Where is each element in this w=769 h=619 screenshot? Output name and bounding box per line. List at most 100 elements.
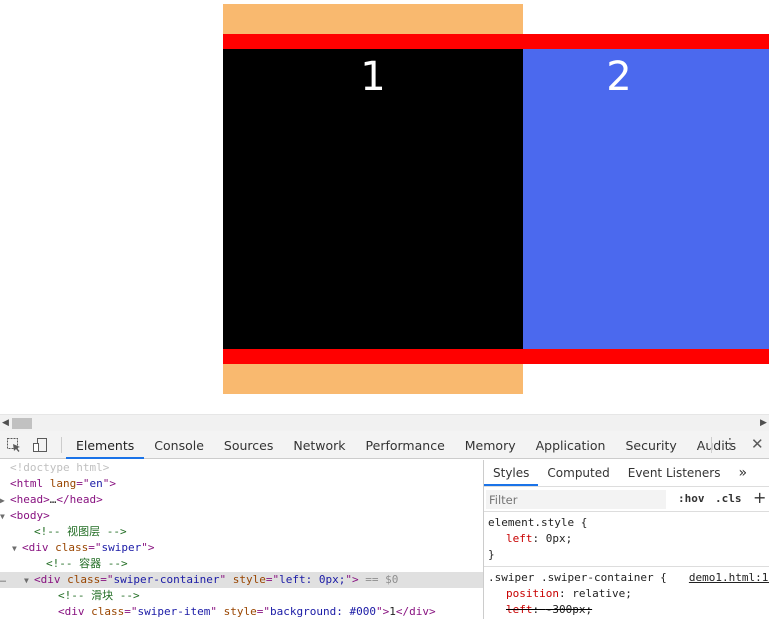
style-rules: element.style { left: 0px;} .swiper .swipe… (484, 512, 769, 619)
dom-token-txt: 1 (389, 605, 396, 618)
horizontal-scrollbar[interactable]: ◀ ▶ (0, 414, 769, 431)
close-icon[interactable]: ✕ (751, 435, 764, 453)
dom-tree-node[interactable]: … ▼ <div class="swiper-container" style="l… (0, 572, 483, 588)
dom-token-val: en (89, 477, 103, 490)
devtools-tabbar: Elements Console Sources Network Performance… (0, 431, 769, 459)
dom-tree-node[interactable]: <html lang="en"> (0, 476, 483, 492)
elements-tree[interactable]: <!doctype html> <html lang="en"> ▶ <head>…<… (0, 460, 483, 619)
css-declaration[interactable]: left: 0px; (488, 531, 765, 547)
tab-security[interactable]: Security (615, 431, 686, 459)
style-rule[interactable]: element.style { left: 0px;} (484, 512, 769, 567)
tab-memory[interactable]: Memory (455, 431, 526, 459)
dom-token-tag: <html (10, 477, 50, 490)
dom-token-tag: =" (76, 477, 90, 490)
subtab-styles[interactable]: Styles (484, 460, 539, 486)
dom-token-tag: </div> (395, 605, 436, 618)
dom-token-tag: <head> (10, 493, 50, 506)
tab-elements[interactable]: Elements (66, 431, 145, 459)
collapse-triangle-icon[interactable]: ▼ (0, 509, 10, 525)
expand-triangle-icon[interactable]: ▶ (0, 493, 10, 509)
dom-token-tag: "> (102, 477, 116, 490)
toolbar-divider (711, 437, 712, 453)
device-toolbar-icon[interactable] (32, 437, 48, 453)
swiper-slide-2[interactable]: 2 (523, 49, 769, 349)
slide-1-label: 1 (360, 54, 386, 100)
dom-tree-node[interactable]: <div class="swiper-item" style="backgrou… (0, 604, 483, 619)
dom-token-attr: style (223, 605, 257, 618)
rule-selector: element.style { (488, 516, 588, 529)
swiper-container: 1 2 (223, 34, 769, 364)
dom-token-tag: "> (141, 541, 155, 554)
devtools-panel: Elements Console Sources Network Performance… (0, 431, 769, 619)
scroll-left-arrow-icon[interactable]: ◀ (2, 418, 9, 428)
dom-token-tag: " (210, 605, 224, 618)
devtools-tabs: Elements Console Sources Network Performance… (66, 431, 746, 459)
tab-console[interactable]: Console (144, 431, 214, 459)
styles-filter-input[interactable] (486, 490, 666, 509)
dom-token-cmt: <!-- 滑块 --> (58, 589, 140, 602)
tab-application[interactable]: Application (526, 431, 616, 459)
dom-tree-node[interactable]: <!-- 视图层 --> (0, 524, 483, 540)
node-actions-ellipsis[interactable]: … (0, 572, 6, 588)
css-colon: : (532, 603, 546, 616)
dom-tree-node[interactable]: <!-- 容器 --> (0, 556, 483, 572)
dom-token-tag: "> (345, 573, 359, 586)
slide-2-label: 2 (606, 54, 632, 100)
dom-token-tag: =" (124, 605, 138, 618)
tab-performance[interactable]: Performance (356, 431, 455, 459)
dom-token-tag: <body> (10, 509, 50, 522)
tab-sources[interactable]: Sources (214, 431, 283, 459)
inspect-element-icon[interactable] (6, 437, 22, 453)
dom-token-tag: =" (100, 573, 114, 586)
page-viewport: 1 2 (0, 0, 769, 414)
dom-token-attr: style (232, 573, 266, 586)
dom-tree-node[interactable]: <!-- 滑块 --> (0, 588, 483, 604)
subtab-computed[interactable]: Computed (538, 460, 618, 486)
dom-token-cmt: <!-- 容器 --> (46, 557, 128, 570)
dom-token-tag: " (219, 573, 233, 586)
css-property-value[interactable]: relative; (572, 587, 632, 600)
subtab-event-listeners[interactable]: Event Listeners (619, 460, 730, 486)
styles-pane: StylesComputedEvent Listeners» :hov .cls… (483, 460, 769, 619)
class-toggle[interactable]: .cls (715, 492, 742, 505)
dom-token-doct: <!doctype html> (10, 461, 110, 474)
dom-tree-node[interactable]: <!doctype html> (0, 460, 483, 476)
style-rule[interactable]: .swiper .swiper-container {demo1.html:18… (484, 567, 769, 619)
more-tabs-chevron-icon[interactable]: » (729, 460, 756, 486)
dom-token-val: swiper-container (113, 573, 220, 586)
dom-token-tag: <div (22, 541, 56, 554)
dom-token-attr: lang (49, 477, 77, 490)
dom-token-val: swiper-item (137, 605, 211, 618)
css-property-name[interactable]: left (506, 532, 533, 545)
tab-audits[interactable]: Audits (687, 431, 746, 459)
tab-network[interactable]: Network (283, 431, 355, 459)
dom-token-tag: </head> (56, 493, 103, 506)
rule-closing-brace: } (488, 548, 495, 561)
dom-token-val: left: 0px; (279, 573, 346, 586)
swiper: 1 2 (223, 4, 769, 394)
hover-state-toggle[interactable]: :hov (678, 492, 705, 505)
swiper-slide-1[interactable]: 1 (223, 49, 523, 349)
dom-token-tag: <div (34, 573, 68, 586)
new-style-rule-button[interactable]: + (753, 488, 766, 507)
dom-token-cmt: <!-- 视图层 --> (34, 525, 127, 538)
css-property-value[interactable]: 0px; (546, 532, 573, 545)
dom-token-tag: =" (88, 541, 102, 554)
dom-tree-node[interactable]: ▼ <div class="swiper"> (0, 540, 483, 556)
css-property-name[interactable]: position (506, 587, 559, 600)
css-property-name[interactable]: left (506, 603, 533, 616)
collapse-triangle-icon[interactable]: ▼ (24, 573, 34, 589)
collapse-triangle-icon[interactable]: ▼ (12, 541, 22, 557)
rule-source-link[interactable]: demo1.html:18 (689, 570, 769, 586)
dom-tree-node[interactable]: ▼ <body> (0, 508, 483, 524)
styles-subtabs: Styles Computed Event Listeners» (484, 460, 769, 487)
scrollbar-thumb[interactable] (12, 418, 32, 429)
dom-tree-node[interactable]: ▶ <head>…</head> (0, 492, 483, 508)
dom-token-tag: "> (375, 605, 390, 618)
scroll-right-arrow-icon[interactable]: ▶ (760, 418, 767, 428)
css-declaration[interactable]: left: -300px; (488, 602, 765, 618)
css-declaration[interactable]: position: relative; (488, 586, 765, 602)
dom-token-tag: <div (58, 605, 92, 618)
kebab-menu-icon[interactable]: ⋮ (723, 436, 737, 452)
css-property-value[interactable]: -300px; (546, 603, 592, 616)
